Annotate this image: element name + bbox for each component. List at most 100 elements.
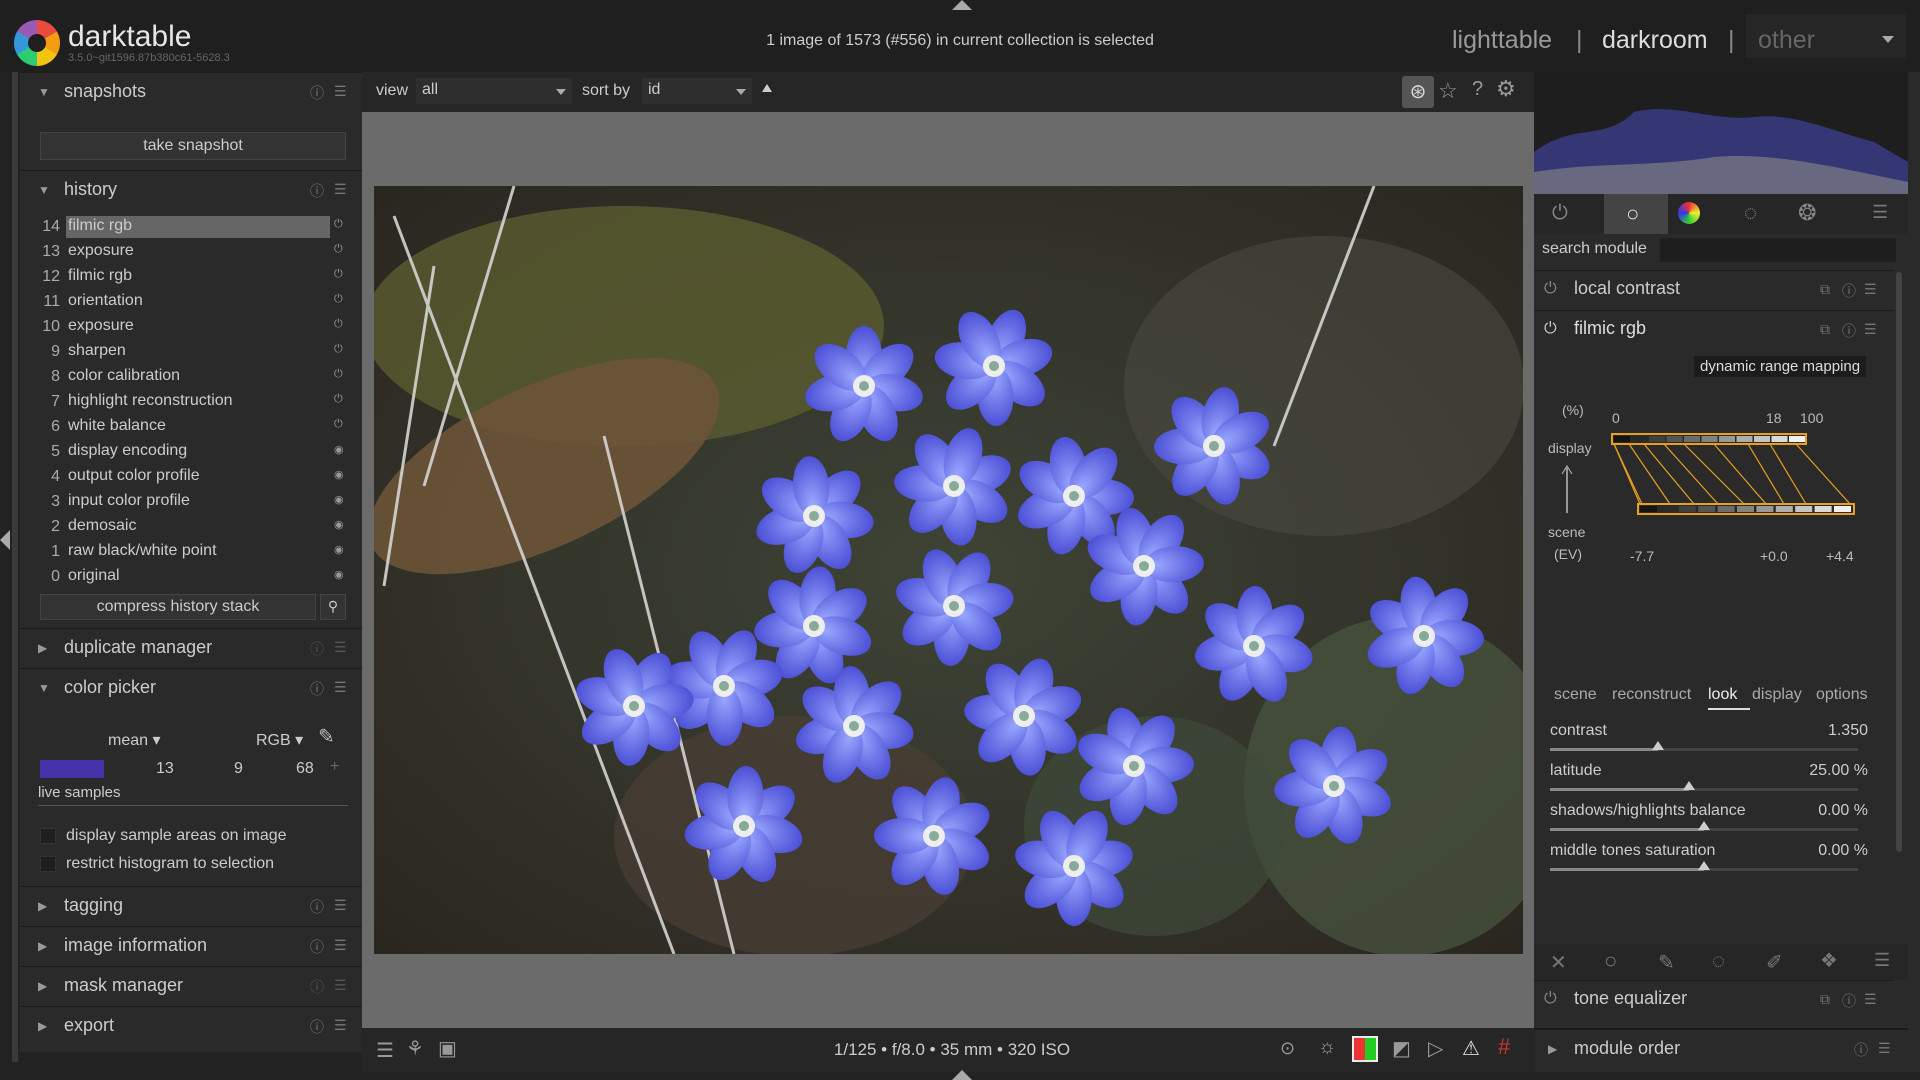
export-header[interactable]: ▶ export ⓘ ☰ — [20, 1006, 362, 1044]
sort-select[interactable]: id — [642, 78, 752, 104]
take-snapshot-button[interactable]: take snapshot — [40, 132, 346, 160]
right-panel-scrollbar[interactable] — [1896, 272, 1902, 852]
reset-icon[interactable]: ⓘ — [310, 679, 324, 699]
slider-knob[interactable] — [1698, 861, 1710, 870]
color-picker-header[interactable]: ▼ color picker ⓘ ☰ — [20, 668, 362, 706]
collapse-left-arrow-icon[interactable] — [0, 530, 10, 550]
color-group-icon[interactable] — [1678, 202, 1700, 224]
drawn-parametric-mask-icon[interactable]: ✐ — [1766, 950, 1783, 975]
slider-contrast[interactable]: contrast 1.350 — [1534, 722, 1908, 762]
active-group-tab[interactable]: ○ — [1604, 194, 1668, 234]
history-item[interactable]: 7 highlight reconstruction ⏻ — [20, 389, 362, 414]
reset-icon[interactable]: ⓘ — [310, 937, 324, 957]
presets-icon[interactable]: ☰ — [334, 679, 347, 696]
tagging-header[interactable]: ▶ tagging ⓘ ☰ — [20, 886, 362, 924]
multi-instance-icon[interactable]: ⧉ — [1820, 991, 1830, 1008]
view-filter-select[interactable]: all — [416, 78, 572, 104]
history-item[interactable]: 12 filmic rgb ⏻ — [20, 264, 362, 289]
histogram[interactable] — [1534, 72, 1908, 194]
presets-icon[interactable]: ☰ — [1878, 1040, 1891, 1057]
presets-icon[interactable]: ☰ — [1872, 202, 1888, 223]
bulb-icon[interactable]: ☼ — [1318, 1036, 1336, 1059]
help-icon[interactable]: ? — [1472, 78, 1483, 101]
filmic-graph[interactable]: (%) 0 18 100 display scene (EV) -7.7 +0.… — [1534, 388, 1908, 648]
picker-mode-select[interactable]: mean ▾ — [108, 730, 161, 750]
softproof-icon[interactable] — [1352, 1036, 1378, 1062]
reset-icon[interactable]: ⓘ — [310, 897, 324, 917]
slider-middle-tones-saturation[interactable]: middle tones saturation 0.00 % — [1534, 842, 1908, 882]
power-icon[interactable]: ⏻ — [1544, 320, 1557, 338]
gear-icon[interactable]: ⚙ — [1496, 76, 1516, 102]
guides-icon[interactable]: ▷ — [1428, 1036, 1443, 1061]
collapse-bottom-arrow-icon[interactable] — [952, 1070, 972, 1080]
menu-icon[interactable]: ☰ — [376, 1038, 394, 1063]
history-item[interactable]: 11 orientation ⏻ — [20, 289, 362, 314]
snapshots-header[interactable]: ▼ snapshots ⓘ ☰ — [20, 72, 362, 110]
multi-instance-icon[interactable]: ⧉ — [1820, 321, 1830, 338]
history-item[interactable]: 0 original ◉ — [20, 564, 362, 589]
history-item[interactable]: 3 input color profile ◉ — [20, 489, 362, 514]
power-icon[interactable]: ⏻ — [1552, 202, 1568, 225]
graph-mode-label[interactable]: dynamic range mapping — [1694, 356, 1867, 377]
history-item[interactable]: 14 filmic rgb ⏻ — [20, 214, 362, 239]
history-item[interactable]: 10 exposure ⏻ — [20, 314, 362, 339]
search-module-input[interactable] — [1660, 238, 1896, 262]
view-other-dropdown[interactable]: other — [1746, 14, 1906, 58]
styles-icon[interactable]: ⚘ — [406, 1036, 424, 1061]
presets-icon[interactable]: ☰ — [334, 977, 347, 994]
slider-knob[interactable] — [1683, 781, 1695, 790]
filmic-tab-reconstruct[interactable]: reconstruct — [1612, 686, 1691, 704]
mask-manager-header[interactable]: ▶ mask manager ⓘ ☰ — [20, 966, 362, 1004]
correct-group-icon[interactable]: ◌ — [1744, 200, 1757, 226]
reset-icon[interactable]: ⓘ — [310, 83, 324, 103]
reset-icon[interactable]: ⓘ — [310, 181, 324, 201]
slider-knob[interactable] — [1652, 741, 1664, 750]
no-mask-icon[interactable]: ✕ — [1550, 950, 1567, 975]
second-window-icon[interactable]: ▣ — [438, 1036, 457, 1061]
filmic-tab-display[interactable]: display — [1752, 686, 1802, 704]
filmic-tab-scene[interactable]: scene — [1554, 686, 1597, 704]
picker-space-select[interactable]: RGB ▾ — [256, 730, 303, 750]
slider-track[interactable] — [1550, 821, 1858, 831]
presets-icon[interactable]: ☰ — [334, 937, 347, 954]
history-header[interactable]: ▼ history ⓘ ☰ — [20, 170, 362, 208]
filmic-tab-look[interactable]: look — [1708, 686, 1737, 704]
effects-group-icon[interactable]: ❂ — [1798, 200, 1816, 226]
branch-icon[interactable]: ⚲ — [320, 594, 346, 620]
reset-icon[interactable]: ⓘ — [1854, 1040, 1868, 1060]
history-item[interactable]: 2 demosaic ◉ — [20, 514, 362, 539]
slider-shadows-highlights-balance[interactable]: shadows/highlights balance 0.00 % — [1534, 802, 1908, 842]
presets-icon[interactable]: ☰ — [1864, 991, 1877, 1008]
reset-icon[interactable]: ⓘ — [310, 1017, 324, 1037]
main-image[interactable] — [374, 186, 1523, 954]
presets-icon[interactable]: ☰ — [1864, 321, 1877, 338]
module-order-header[interactable]: ▶ module order ⓘ ☰ — [1534, 1028, 1908, 1066]
compress-history-button[interactable]: compress history stack — [40, 594, 316, 620]
image-information-header[interactable]: ▶ image information ⓘ ☰ — [20, 926, 362, 964]
filmic-tab-options[interactable]: options — [1816, 686, 1868, 704]
power-icon[interactable]: ⏻ — [1544, 990, 1557, 1008]
slider-latitude[interactable]: latitude 25.00 % — [1534, 762, 1908, 802]
local-contrast-header[interactable]: ⏻ local contrast ⧉ ⓘ ☰ — [1534, 270, 1894, 308]
slider-track[interactable] — [1550, 861, 1858, 871]
view-darkroom[interactable]: darkroom — [1602, 26, 1708, 55]
history-item[interactable]: 1 raw black/white point ◉ — [20, 539, 362, 564]
sort-order-icon[interactable] — [762, 84, 772, 92]
reset-icon[interactable]: ⓘ — [310, 639, 324, 659]
tone-equalizer-header[interactable]: ⏻ tone equalizer ⧉ ⓘ ☰ — [1534, 980, 1894, 1018]
presets-icon[interactable]: ☰ — [334, 83, 347, 100]
raster-mask-icon[interactable]: ❖ — [1820, 948, 1838, 973]
duplicate-manager-header[interactable]: ▶ duplicate manager ⓘ ☰ — [20, 628, 362, 666]
history-item[interactable]: 6 white balance ⏻ — [20, 414, 362, 439]
presets-icon[interactable]: ☰ — [334, 181, 347, 198]
reset-icon[interactable]: ⓘ — [1842, 321, 1856, 341]
grouping-icon[interactable]: ⊛ — [1402, 76, 1434, 108]
reset-icon[interactable]: ⓘ — [1842, 281, 1856, 301]
presets-icon[interactable]: ☰ — [334, 639, 347, 656]
gamut-check-icon[interactable]: ◩ — [1392, 1036, 1411, 1061]
presets-icon[interactable]: ☰ — [1864, 281, 1877, 298]
reset-icon[interactable]: ⓘ — [1842, 991, 1856, 1011]
filmic-header[interactable]: ⏻ filmic rgb ⧉ ⓘ ☰ — [1534, 310, 1894, 348]
power-icon[interactable]: ⏻ — [1544, 280, 1557, 298]
view-lighttable[interactable]: lighttable — [1452, 26, 1552, 55]
